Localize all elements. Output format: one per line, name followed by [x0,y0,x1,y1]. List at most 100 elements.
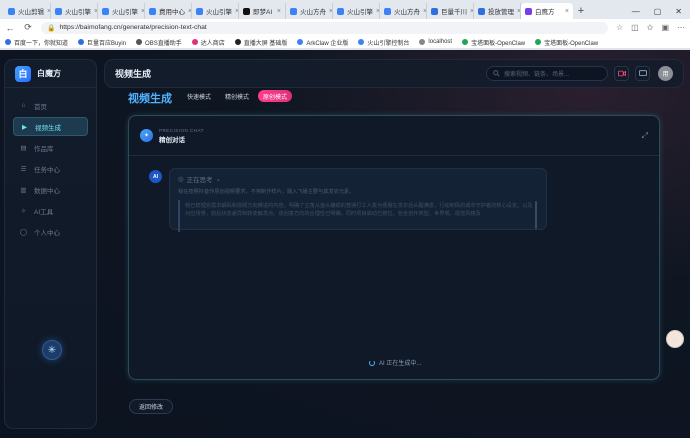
tab-label: 火山方舟 [394,9,420,16]
video-camera-button[interactable] [614,66,629,81]
bookmark-item[interactable]: ArkClaw 企业版 [297,38,348,47]
header-title: 视频生成 [115,69,152,79]
more-icon[interactable]: ⋯ [677,23,685,32]
bookmark-label: 宝塔面板-OpenClaw [544,40,599,47]
brain-icon: ◎ [178,176,184,183]
browser-tab[interactable]: 火山剪辑 × [4,3,51,19]
split-screen-icon[interactable]: ◫ [631,23,639,32]
tab-label: 巨量千川 [441,9,467,16]
bookmark-item[interactable]: OBS直播助手 [136,38,182,47]
close-icon[interactable]: × [565,8,569,15]
sidebar-item[interactable]: ▶ 视频生成 [13,117,88,136]
back-edit-button[interactable]: 返回修改 [129,399,174,414]
sidebar-item[interactable]: ◯ 个人中心 [13,222,88,241]
browser-toolbar-icons: ☆ ◫ ✩ ▣ ⋯ [616,23,685,32]
bookmark-item[interactable]: 直播大屏 基础版 [234,38,288,47]
sidebar-item[interactable]: ☰ 任务中心 [13,159,88,178]
sidebar: 白 白魔方 ⌂ 首页 ▶ 视频生成 ▤ 作品库 ☰ 任务中心 ▥ 数据中心 ✧ AI工具 ◯ 个人中心 ✳ [4,59,97,429]
bookmark-item[interactable]: 达人商店 [191,38,225,47]
thinking-header[interactable]: ◎ 正在思考 ⌄ [178,174,538,184]
bookmark-label: 巨量百应Buyin [87,40,127,47]
tab-label: 白鹰方 [535,9,555,16]
close-window-button[interactable]: ✕ [675,7,682,16]
brand[interactable]: 白 白魔方 [5,60,96,88]
browser-tab[interactable]: 白鹰方 × [521,3,573,19]
sidebar-item[interactable]: ▤ 作品库 [13,138,88,157]
bookmark-label: localhost [428,39,453,45]
sidebar-item-label: 数据中心 [34,187,60,195]
sidebar-item-label: 作品库 [34,145,54,153]
bookmark-item[interactable]: 宝塔面板-OpenClaw [462,38,525,47]
bookmark-item[interactable]: 巨量百应Buyin [78,38,126,47]
tab-label: 火山剪辑 [18,9,44,16]
close-icon[interactable]: × [277,8,281,15]
back-arrow-icon[interactable]: ← [5,23,15,33]
bookmark-favicon-icon [136,39,143,45]
chat-panel: ✦ PRECISION CHAT 精创对话 ⤢ AI ◎ 正在思考 ⌄ 我在按照… [128,115,660,380]
bookmark-favicon-icon [297,39,304,45]
generating-status: AI 正在生成中... [369,358,421,367]
collections-icon[interactable]: ▣ [661,23,669,32]
chat-header: ✦ PRECISION CHAT 精创对话 ⤢ [129,116,659,156]
browser-tab[interactable]: 火山引擎 × [98,3,145,19]
bookmark-label: 直播大屏 基础版 [243,40,288,47]
avatar[interactable]: 用 [658,66,673,81]
chart-icon: ▥ [20,186,27,194]
screen-button[interactable] [635,66,650,81]
new-tab-button[interactable]: + [573,3,589,19]
favorites-icon[interactable]: ✩ [647,23,654,32]
assistant-float-avatar[interactable]: ☺ [666,330,684,348]
sidebar-item[interactable]: ✧ AI工具 [13,201,88,220]
tab-favicon-icon [337,7,344,15]
home-icon: ⌂ [21,102,26,109]
bookmark-item[interactable]: 宝塔面板-OpenClaw [535,38,598,47]
bookmark-label: ArkClaw 企业版 [306,40,349,47]
bookmark-favicon-icon [78,39,85,45]
tab-label: 火山引擎 [206,9,232,16]
sidebar-item-label: 首页 [34,103,47,111]
sidebar-item[interactable]: ⌂ 首页 [13,96,88,115]
bookmark-item[interactable]: 百度一下，你就知道 [5,38,68,47]
browser-tab[interactable]: 投放管理 × [474,3,521,19]
bookmark-item[interactable]: localhost [419,39,452,45]
sidebar-item[interactable]: ▥ 数据中心 [13,180,88,199]
tab-favicon-icon [149,7,156,15]
browser-tab[interactable]: 火山引擎 × [333,3,380,19]
bookmark-favicon-icon [358,39,365,45]
task-icon: ☰ [20,165,27,173]
browser-tab[interactable]: 火山方舟 × [380,3,427,19]
search-input[interactable]: 搜索视频、链条、场景... [486,66,608,81]
minimize-button[interactable]: — [632,7,640,16]
tab-label: 火山引擎 [112,9,138,16]
maximize-button[interactable]: ▢ [654,7,662,16]
browser-tab[interactable]: 费用中心 × [145,3,192,19]
url-field[interactable]: 🔒 https://baimofang.cn/generate/precisio… [41,21,608,34]
sidebar-item-label: AI工具 [34,208,54,216]
bookmark-favicon-icon [535,39,542,45]
mode-tab[interactable]: 精创模式 [220,90,254,102]
sidebar-nav: ⌂ 首页 ▶ 视频生成 ▤ 作品库 ☰ 任务中心 ▥ 数据中心 ✧ AI工具 ◯ 个人中心 [5,88,96,249]
thinking-detail: 我已梳理完需求解码和视频方向推进的内容。明确了主角从渔头编缆的普通打工人变为便服… [185,203,533,217]
brand-name: 白魔方 [37,69,61,78]
search-icon [493,70,500,77]
chat-subtitle: PRECISION CHAT [159,127,204,133]
mode-tab[interactable]: 原创模式 [258,90,293,102]
search-placeholder: 搜索视频、链条、场景... [504,72,570,78]
reload-icon[interactable]: ⟳ [23,22,33,33]
browser-tab[interactable]: 即梦AI × [239,3,286,19]
window-controls: — ▢ ✕ [632,3,690,19]
star-icon[interactable]: ☆ [616,23,623,32]
mode-tab[interactable]: 快速模式 [182,90,216,102]
brand-logo: 白 [15,65,31,82]
sparkle-icon[interactable]: ✳ [42,340,62,360]
scrollbar[interactable] [535,201,537,229]
browser-tab[interactable]: 火山方舟 × [286,3,333,19]
sidebar-item-label: 个人中心 [34,229,60,237]
expand-icon[interactable]: ⤢ [642,131,648,141]
chat-bubble-icon: ✦ [140,129,153,142]
browser-tab[interactable]: 巨量千川 × [427,3,474,19]
bookmark-label: 宝塔面板-OpenClaw [471,40,526,47]
browser-tab[interactable]: 火山引擎 × [192,3,239,19]
browser-tab[interactable]: 火山引擎 × [51,3,98,19]
bookmark-item[interactable]: 火山引擎控制台 [358,38,409,47]
